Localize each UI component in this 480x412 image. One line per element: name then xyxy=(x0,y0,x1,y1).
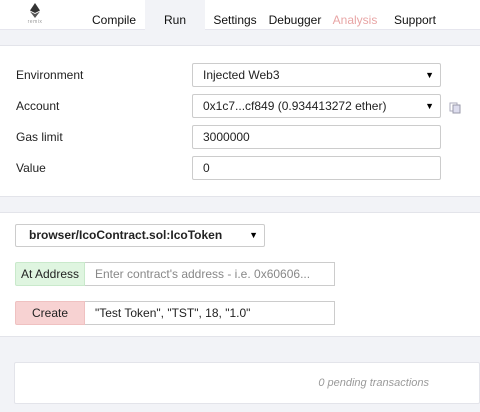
account-value: 0x1c7...cf849 (0.934413272 ether) xyxy=(203,99,387,113)
environment-value: Injected Web3 xyxy=(203,68,280,82)
chevron-down-icon: ▼ xyxy=(249,230,258,240)
constructor-args-input[interactable]: "Test Token", "TST", 18, "1.0" xyxy=(85,301,335,325)
chevron-down-icon: ▼ xyxy=(425,70,434,80)
gas-limit-label: Gas limit xyxy=(16,130,63,144)
tab-settings[interactable]: Settings xyxy=(205,0,265,30)
tab-compile[interactable]: Compile xyxy=(82,0,146,30)
create-button[interactable]: Create xyxy=(15,301,85,325)
pending-transactions-box: 0 pending transactions xyxy=(14,362,480,404)
account-label: Account xyxy=(16,99,60,113)
ethereum-icon xyxy=(30,3,40,18)
remix-logo[interactable]: remix xyxy=(22,3,48,27)
value-label: Value xyxy=(16,161,46,175)
at-address-button[interactable]: At Address xyxy=(15,262,85,286)
contract-address-input[interactable]: Enter contract's address - i.e. 0x60606.… xyxy=(85,262,335,286)
pending-transactions-text: 0 pending transactions xyxy=(318,377,429,389)
contract-select[interactable]: browser/IcoContract.sol:IcoToken ▼ xyxy=(15,224,265,247)
tab-debugger[interactable]: Debugger xyxy=(265,0,325,30)
environment-select[interactable]: Injected Web3 ▼ xyxy=(192,63,441,87)
logo-text: remix xyxy=(27,19,43,25)
account-select[interactable]: 0x1c7...cf849 (0.934413272 ether) ▼ xyxy=(192,94,441,118)
tab-support[interactable]: Support xyxy=(385,0,445,30)
tab-analysis[interactable]: Analysis xyxy=(325,0,385,30)
top-tab-bar: remix Compile Run Settings Debugger Anal… xyxy=(0,0,480,30)
contract-selected: browser/IcoContract.sol:IcoToken xyxy=(29,228,223,242)
environment-label: Environment xyxy=(16,68,84,82)
copy-icon[interactable] xyxy=(449,102,461,114)
tab-run[interactable]: Run xyxy=(145,0,205,30)
chevron-down-icon: ▼ xyxy=(425,101,434,111)
value-input[interactable]: 0 xyxy=(192,156,441,180)
gas-limit-input[interactable]: 3000000 xyxy=(192,125,441,149)
